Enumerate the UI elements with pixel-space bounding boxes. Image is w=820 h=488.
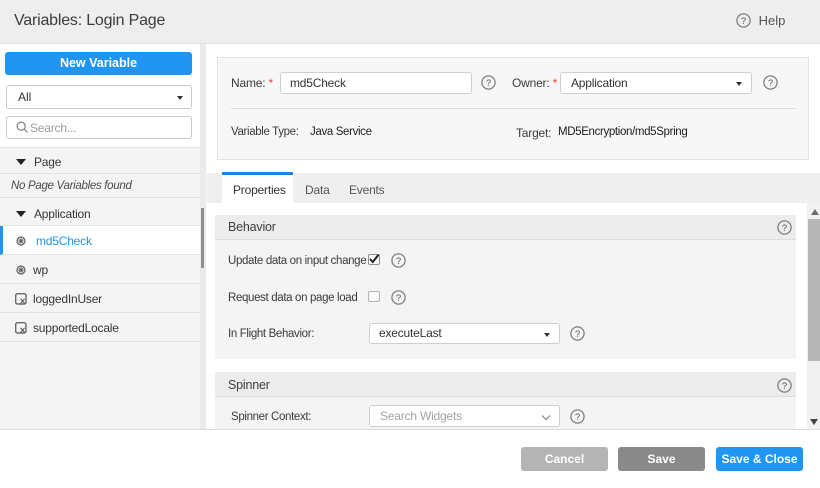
svg-text:?: ?	[486, 78, 491, 89]
svg-text:?: ?	[741, 16, 746, 27]
svg-text:?: ?	[575, 329, 580, 340]
svg-text:?: ?	[575, 412, 580, 423]
svg-text:?: ?	[782, 223, 787, 234]
svg-text:?: ?	[768, 78, 773, 89]
svg-text:?: ?	[396, 256, 401, 267]
svg-text:?: ?	[782, 381, 787, 392]
svg-text:?: ?	[396, 293, 401, 304]
